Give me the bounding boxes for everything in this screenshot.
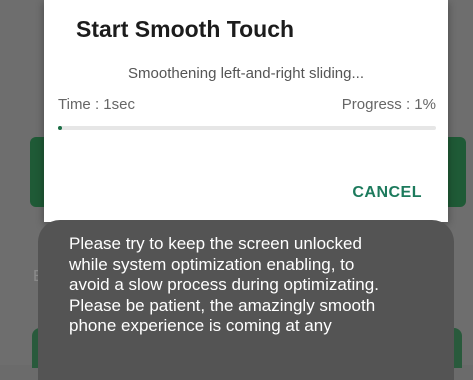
toast-message: Please try to keep the screen unlocked w… [69,234,379,335]
progress-bar [58,126,436,130]
elapsed-time-label: Time : 1sec [58,96,135,113]
info-toast: Please try to keep the screen unlocked w… [38,220,454,380]
dialog-title: Start Smooth Touch [76,16,295,42]
cancel-button[interactable]: CANCEL [352,184,422,202]
smooth-touch-dialog: Start Smooth Touch Smoothening left-and-… [44,0,448,222]
progress-bar-fill [58,126,62,130]
dialog-status-message: Smoothening left-and-right sliding... [128,65,364,82]
background-card-right-edge [448,137,466,207]
progress-percent-label: Progress : 1% [341,96,436,113]
